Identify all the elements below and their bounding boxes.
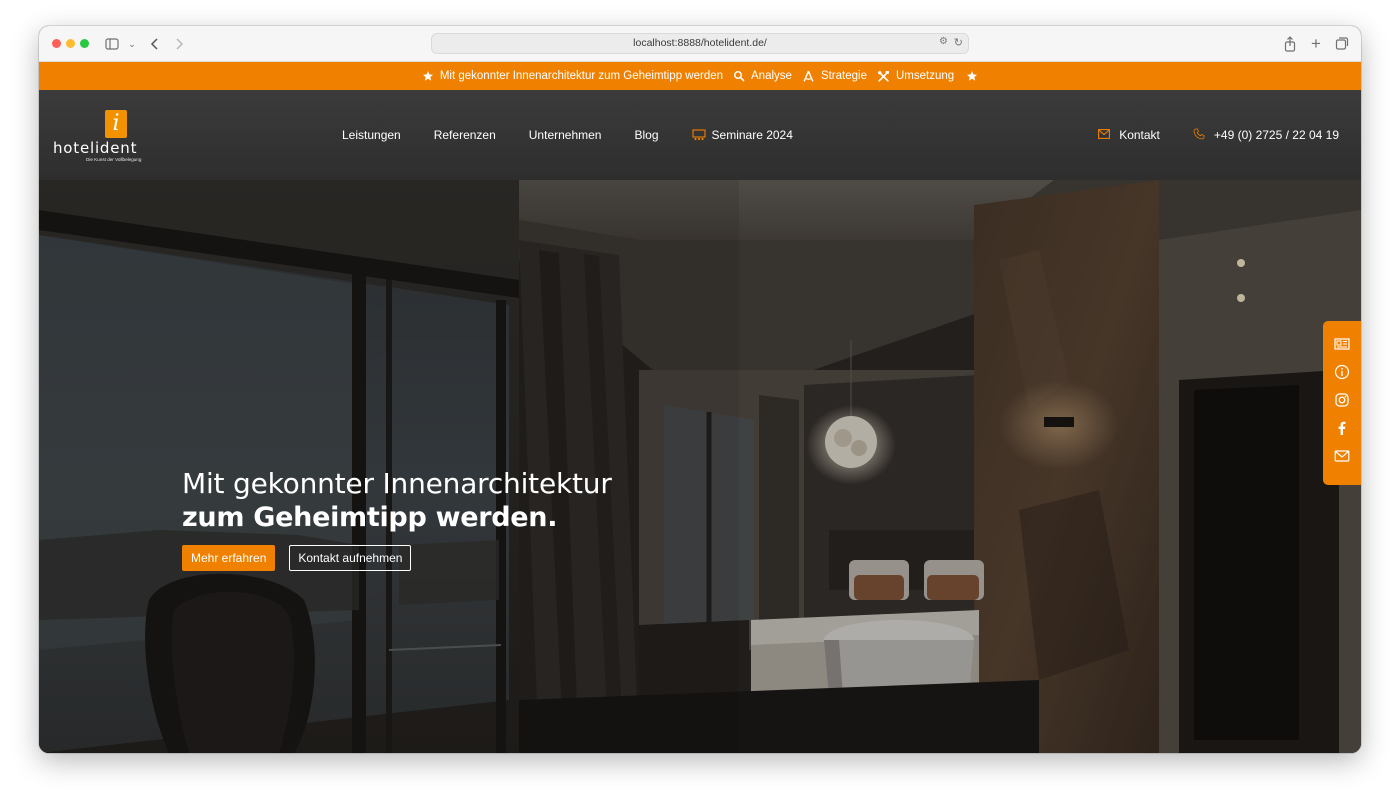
logo[interactable]: i hotelident Die Kunst der Vollbelegung	[53, 108, 163, 164]
hero-buttons: Mehr erfahren Kontakt aufnehmen	[182, 545, 412, 571]
minimize-window-button[interactable]	[66, 39, 75, 48]
topbar-item-label: Strategie	[820, 70, 867, 82]
info-icon[interactable]	[1334, 364, 1350, 380]
phone-icon	[1193, 128, 1205, 143]
address-bar[interactable]: localhost:8888/hotelident.de/ ⚙ ↻	[431, 33, 969, 54]
site-header: i hotelident Die Kunst der Vollbelegung …	[39, 90, 1361, 180]
nav-item-blog[interactable]: Blog	[634, 128, 658, 142]
hero-headline-line1: Mit gekonnter Innenarchitektur	[182, 467, 612, 500]
phone-link[interactable]: +49 (0) 2725 / 22 04 19	[1193, 128, 1339, 143]
share-icon[interactable]	[1283, 35, 1297, 53]
topbar-item-label: Analyse	[751, 70, 792, 82]
search-icon	[733, 70, 745, 82]
browser-window: ⌄ localhost:8888/hotelident.de/ ⚙ ↻ + Mi…	[39, 26, 1361, 753]
kontakt-label: Kontakt	[1119, 128, 1160, 142]
logo-mark: i	[105, 110, 127, 138]
seminar-icon	[691, 129, 706, 141]
tools-icon	[877, 70, 890, 83]
mehr-erfahren-button[interactable]: Mehr erfahren	[182, 545, 276, 571]
star-icon	[422, 70, 434, 82]
nav-item-seminare[interactable]: Seminare 2024	[691, 128, 793, 142]
facebook-icon[interactable]	[1334, 420, 1350, 436]
phone-number: +49 (0) 2725 / 22 04 19	[1213, 128, 1339, 142]
hero-headline: Mit gekonnter Innenarchitektur zum Gehei…	[182, 467, 702, 535]
mail-icon[interactable]	[1334, 448, 1350, 464]
logo-name: hotelident	[53, 139, 138, 157]
compass-icon	[802, 70, 815, 83]
main-nav: Leistungen Referenzen Unternehmen Blog S…	[342, 90, 826, 180]
sidebar-toggle-icon[interactable]	[105, 35, 119, 53]
tab-overview-icon[interactable]	[1335, 35, 1349, 53]
instagram-icon[interactable]	[1334, 392, 1350, 408]
kontakt-aufnehmen-button[interactable]: Kontakt aufnehmen	[289, 545, 412, 571]
logo-tagline: Die Kunst der Vollbelegung	[86, 157, 142, 162]
nav-item-referenzen[interactable]: Referenzen	[434, 128, 496, 142]
topbar-item-umsetzung[interactable]: Umsetzung	[877, 70, 978, 83]
new-tab-icon[interactable]: +	[1309, 35, 1323, 53]
topbar-item-label: Umsetzung	[895, 70, 955, 82]
maximize-window-button[interactable]	[80, 39, 89, 48]
topbar-tagline: Mit gekonnter Innenarchitektur zum Gehei…	[422, 70, 723, 82]
social-sidebar	[1323, 321, 1361, 485]
close-window-button[interactable]	[52, 39, 61, 48]
star-icon	[966, 70, 978, 82]
reload-icon[interactable]: ↻	[954, 36, 963, 49]
nav-item-unternehmen[interactable]: Unternehmen	[529, 128, 602, 142]
browser-toolbar: ⌄ localhost:8888/hotelident.de/ ⚙ ↻ +	[39, 26, 1361, 62]
chevron-down-icon[interactable]: ⌄	[127, 35, 137, 53]
topbar-tagline-text: Mit gekonnter Innenarchitektur zum Gehei…	[439, 70, 724, 82]
kontakt-link[interactable]: Kontakt	[1098, 128, 1160, 142]
hero-headline-line2: zum Geheimtipp werden.	[182, 502, 558, 533]
url-text[interactable]: localhost:8888/hotelident.de/	[432, 37, 968, 49]
nav-item-leistungen[interactable]: Leistungen	[342, 128, 401, 142]
newspaper-icon[interactable]	[1334, 336, 1350, 352]
nav-item-label: Seminare 2024	[711, 128, 793, 142]
mail-icon	[1098, 128, 1111, 142]
forward-button[interactable]	[173, 35, 185, 53]
header-contact: Kontakt +49 (0) 2725 / 22 04 19	[1065, 90, 1339, 180]
announcement-bar: Mit gekonnter Innenarchitektur zum Gehei…	[39, 62, 1361, 90]
topbar-item-strategie[interactable]: Strategie	[802, 70, 867, 83]
translate-icon[interactable]: ⚙	[939, 36, 948, 47]
back-button[interactable]	[149, 35, 161, 53]
hero-section: Mit gekonnter Innenarchitektur zum Gehei…	[39, 180, 1361, 753]
topbar-item-analyse[interactable]: Analyse	[733, 70, 792, 82]
